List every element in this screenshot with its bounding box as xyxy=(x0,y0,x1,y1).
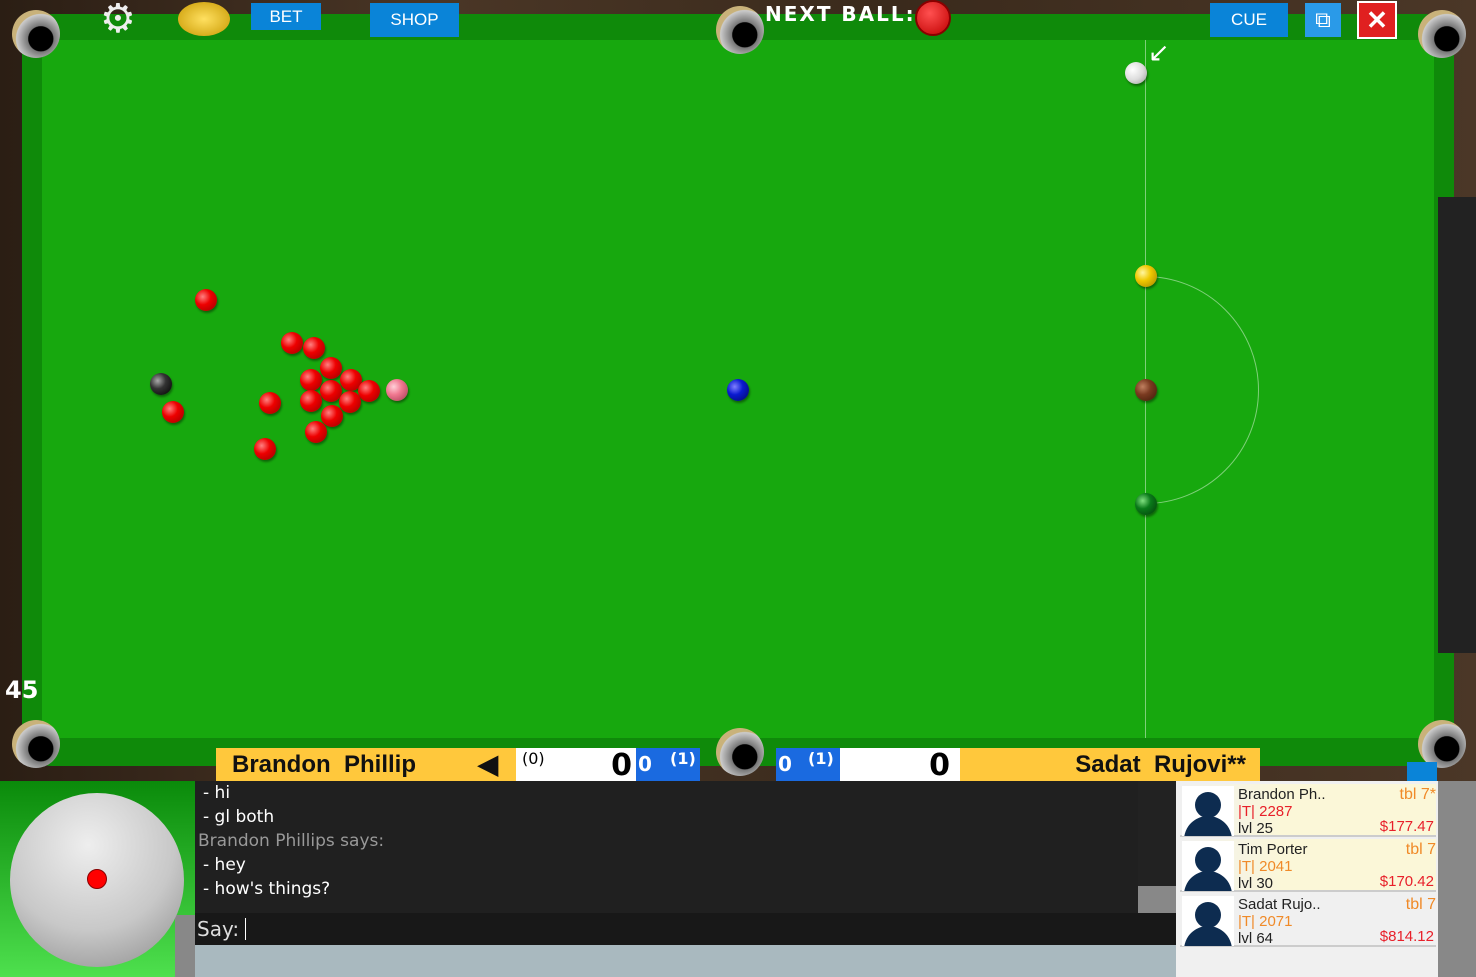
player-list-item[interactable]: Tim Porter |T| 2041 lvl 30 tbl 7 $170.42 xyxy=(1180,839,1436,892)
spin-point[interactable] xyxy=(87,869,107,889)
red-ball xyxy=(358,380,380,402)
red-ball xyxy=(281,332,303,354)
cue-ball[interactable] xyxy=(1125,62,1147,84)
chat-footer xyxy=(195,945,1176,977)
players-panel-gutter xyxy=(1438,781,1476,977)
say-label: Say: xyxy=(197,917,240,941)
red-ball xyxy=(162,401,184,423)
pocket-top-right xyxy=(1418,10,1466,58)
shop-button[interactable]: SHOP xyxy=(370,3,459,37)
turn-arrow-icon: ◀ xyxy=(478,748,516,781)
player2-frames-paren: (1) xyxy=(808,749,834,768)
player-name: Sadat Rujo.. xyxy=(1238,896,1321,913)
black-ball xyxy=(150,373,172,395)
pink-ball xyxy=(386,379,408,401)
chat-line: - gl both xyxy=(203,807,275,827)
player2-frames-box: 0 (1) xyxy=(776,748,840,781)
player2-score-box: 0 xyxy=(840,748,960,783)
scrollbar-thumb[interactable] xyxy=(1138,886,1176,913)
player1-frames: 0 xyxy=(638,752,652,776)
player-name: Brandon Ph.. xyxy=(1238,786,1326,803)
player1-frames-box: 0 (1) xyxy=(636,748,700,781)
player-money: $814.12 xyxy=(1379,928,1434,945)
scoreboard-player2: 0 (1) 0 Sadat Rujovi** xyxy=(776,748,1260,783)
pocket-bottom-left xyxy=(12,720,60,768)
red-ball xyxy=(320,357,342,379)
pocket-bottom-middle xyxy=(716,728,764,776)
scoreboard-player1: Brandon Phillip ◀ (0) 0 0 (1) xyxy=(216,748,700,783)
chat-input-row[interactable]: Say: xyxy=(195,913,1176,945)
player1-score: 0 xyxy=(611,748,632,783)
coins-icon[interactable] xyxy=(178,2,230,36)
chat-line: - hey xyxy=(203,855,246,875)
cue-button[interactable]: CUE xyxy=(1210,3,1288,37)
red-ball xyxy=(195,289,217,311)
chat-input[interactable] xyxy=(245,918,249,940)
player-list-item[interactable]: Sadat Rujo.. |T| 2071 lvl 64 tbl 7 $814.… xyxy=(1180,894,1436,947)
player-rating: |T| 2041 xyxy=(1238,858,1293,875)
player-level: lvl 30 xyxy=(1238,875,1274,892)
player-money: $170.42 xyxy=(1379,873,1434,890)
player-rating: |T| 2071 xyxy=(1238,913,1293,930)
player-table: tbl 7* xyxy=(1399,786,1436,803)
aim-arrow-icon: ↙ xyxy=(1148,38,1170,68)
chat-log: - hi - gl both Brandon Phillips says: - … xyxy=(195,781,1138,913)
red-ball xyxy=(254,438,276,460)
player1-frames-total: (1) xyxy=(670,749,696,768)
green-ball xyxy=(1135,493,1157,515)
red-ball xyxy=(300,369,322,391)
pocket-top-middle xyxy=(716,6,764,54)
player2-score: 0 xyxy=(929,748,950,783)
right-side-panel xyxy=(1438,197,1476,653)
avatar xyxy=(1182,841,1234,891)
chat-line: - how's things? xyxy=(203,879,331,899)
avatar xyxy=(1182,786,1234,836)
pocket-top-left xyxy=(12,10,60,58)
avatar xyxy=(1182,896,1234,946)
next-ball-indicator xyxy=(915,0,951,36)
spin-panel-edge xyxy=(175,915,195,977)
red-ball xyxy=(259,392,281,414)
next-ball-label: NEXT BALL: xyxy=(765,2,916,26)
chat-speaker: Brandon Phillips says: xyxy=(198,831,385,851)
pocket-bottom-right xyxy=(1418,720,1466,768)
player-level: lvl 64 xyxy=(1238,930,1274,947)
yellow-ball xyxy=(1135,265,1157,287)
player-rating: |T| 2287 xyxy=(1238,803,1293,820)
player2-frames: 0 xyxy=(778,752,792,776)
player-name: Tim Porter xyxy=(1238,841,1308,858)
gear-icon[interactable]: ⚙ xyxy=(100,0,136,42)
red-ball xyxy=(321,405,343,427)
shot-timer: 45 xyxy=(5,676,39,704)
player-table: tbl 7 xyxy=(1405,841,1436,858)
player-list-item[interactable]: Brandon Ph.. |T| 2287 lvl 25 tbl 7* $177… xyxy=(1180,784,1436,837)
chat-line: - hi xyxy=(203,783,231,803)
red-ball xyxy=(303,337,325,359)
red-ball xyxy=(305,421,327,443)
red-ball xyxy=(300,390,322,412)
player1-frames-paren: (0) xyxy=(522,749,545,768)
bet-button[interactable]: BET xyxy=(251,3,321,30)
spin-control[interactable] xyxy=(0,781,195,977)
close-icon[interactable]: ✕ xyxy=(1357,1,1397,39)
player2-name: Sadat Rujovi** xyxy=(960,748,1260,781)
player1-score-box: (0) 0 xyxy=(516,748,636,783)
chat-scrollbar[interactable] xyxy=(1138,781,1176,913)
player-table: tbl 7 xyxy=(1405,896,1436,913)
players-top-accent xyxy=(1407,762,1437,781)
blue-ball xyxy=(727,379,749,401)
external-window-icon[interactable]: ⧉ xyxy=(1305,3,1341,37)
player-money: $177.47 xyxy=(1379,818,1434,835)
brown-ball xyxy=(1135,379,1157,401)
red-ball xyxy=(339,391,361,413)
player1-name: Brandon Phillip xyxy=(216,748,478,781)
player-level: lvl 25 xyxy=(1238,820,1274,837)
